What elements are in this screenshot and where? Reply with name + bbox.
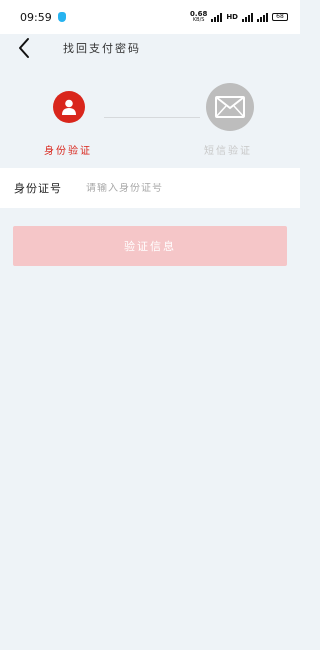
status-time: 09:59 (20, 10, 52, 24)
step-sms-circle (206, 83, 254, 131)
network-speed-unit: KB/S (192, 17, 205, 23)
signal-4g-icon (242, 12, 253, 22)
page-title: 找回支付密码 (63, 42, 141, 55)
battery-icon: 68 (272, 13, 288, 21)
id-number-input[interactable] (86, 182, 276, 194)
header: 找回支付密码 (0, 34, 300, 86)
step-sms-label: 短信验证 (204, 146, 252, 157)
id-number-label: 身份证号 (14, 182, 62, 195)
back-button[interactable] (12, 36, 36, 60)
status-right: 0.68 KB/S HD 68 (190, 11, 288, 23)
chevron-left-icon (19, 38, 29, 58)
status-bar: 09:59 0.68 KB/S HD 68 (0, 0, 300, 34)
signal-icon (211, 12, 223, 22)
notification-app-icon (57, 12, 66, 22)
battery-level: 68 (276, 13, 284, 20)
step-connector-line (104, 117, 200, 118)
status-left: 09:59 (20, 11, 66, 24)
step-identity-circle (53, 91, 85, 123)
hd-indicator: HD (226, 13, 238, 21)
id-number-row: 身份证号 (0, 168, 300, 208)
mail-icon (215, 96, 245, 118)
signal-secondary-icon (257, 12, 268, 22)
network-speed: 0.68 KB/S (190, 11, 207, 24)
verify-info-button[interactable]: 验证信息 (13, 226, 287, 266)
step-indicator: 身份验证 短信验证 (0, 80, 300, 160)
step-identity-label: 身份验证 (44, 146, 92, 157)
user-icon (62, 99, 76, 115)
